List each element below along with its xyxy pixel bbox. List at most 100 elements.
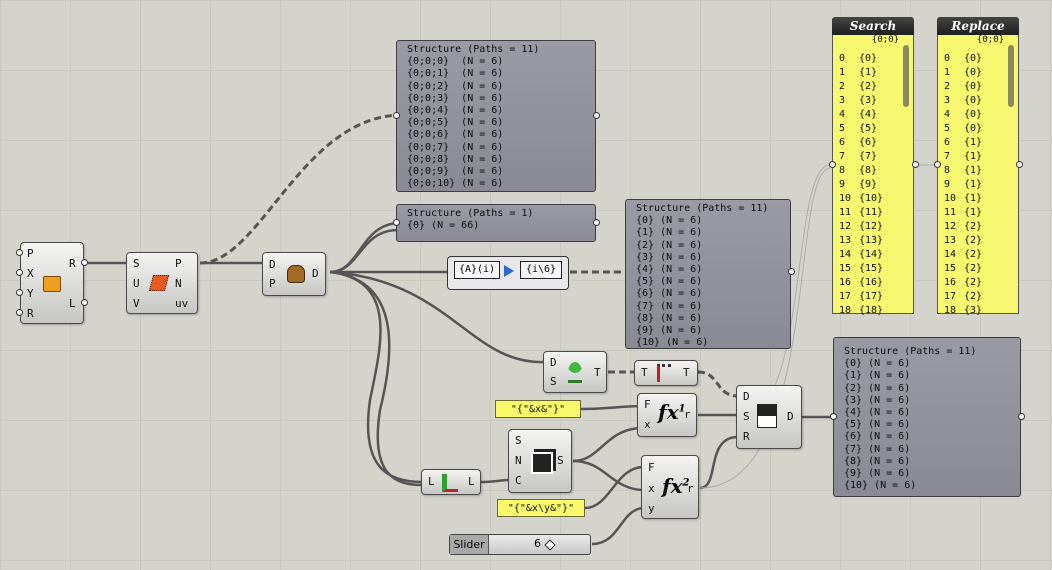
list-value[interactable]: {0}	[964, 53, 982, 64]
port-grip[interactable]	[16, 249, 23, 256]
port-grip[interactable]	[16, 309, 23, 316]
list-value[interactable]: {2}	[964, 249, 982, 260]
string-panel-2[interactable]: "{"&x\y&"}"	[497, 499, 585, 517]
list-value[interactable]: {0}	[964, 109, 982, 120]
divide-surface-component[interactable]: S U V P N uv	[126, 252, 198, 314]
scrollbar[interactable]	[1008, 45, 1014, 107]
list-index: 7	[944, 151, 951, 162]
replace-value-list[interactable]: Replace {0;0} 0 {0} 1 {0} 2 {0} 3 {0} 4 {0} 5 {0} 6 {…	[937, 17, 1019, 316]
list-index: 4	[944, 109, 951, 120]
panel-row: {0;0;0} (N = 6)	[407, 56, 504, 68]
mapper-target-field[interactable]: {i\6}	[520, 261, 562, 279]
list-value[interactable]: {8}	[859, 165, 877, 176]
wire	[584, 465, 644, 510]
tree-branch-component[interactable]: T T	[634, 360, 698, 386]
list-value[interactable]: {11}	[859, 207, 883, 218]
input-port-d: D	[550, 356, 557, 369]
list-index: 13	[944, 235, 957, 246]
series-component[interactable]: S N C S	[508, 429, 572, 493]
list-value[interactable]: {2}	[964, 221, 982, 232]
input-port-s: S	[133, 257, 140, 270]
list-value[interactable]: {2}	[964, 291, 982, 302]
list-value[interactable]: {0}	[964, 81, 982, 92]
list-value[interactable]: {7}	[859, 151, 877, 162]
panel-row: {5} (N = 6)	[636, 276, 703, 288]
list-value[interactable]: {1}	[964, 137, 982, 148]
list-value[interactable]: {15}	[859, 263, 883, 274]
port-grip[interactable]	[830, 413, 837, 420]
list-value[interactable]: {1}	[964, 179, 982, 190]
list-value[interactable]: {9}	[859, 179, 877, 190]
stump-component[interactable]: D P D	[262, 252, 326, 296]
list-value[interactable]: {14}	[859, 249, 883, 260]
list-value[interactable]: {1}	[964, 193, 982, 204]
panel-title: Structure (Paths = 11)	[844, 346, 977, 357]
port-grip[interactable]	[16, 269, 23, 276]
list-value[interactable]: {12}	[859, 221, 883, 232]
output-port-uv: uv	[175, 297, 189, 310]
list-index: 8	[944, 165, 951, 176]
mapper-source-field[interactable]: {A}(i)	[454, 261, 500, 279]
list-value[interactable]: {3}	[859, 95, 877, 106]
structure-panel-3[interactable]: Structure (Paths = 11) {0} (N = 6) {1} (…	[625, 199, 791, 349]
list-value[interactable]: {5}	[859, 123, 877, 134]
list-value[interactable]: {2}	[964, 277, 982, 288]
expression-2-component[interactable]: F x y r fx2	[641, 455, 699, 519]
list-index: 1	[944, 67, 951, 78]
expression-1-component[interactable]: F x r fx1	[637, 393, 697, 437]
rectangle-component[interactable]: P X Y R R L	[20, 242, 84, 324]
port-grip[interactable]	[81, 299, 88, 306]
path-mapper-component[interactable]: {A}(i) {i\6}	[447, 256, 569, 290]
port-grip[interactable]	[16, 289, 23, 296]
replace-paths-component[interactable]: D S R D	[736, 385, 802, 449]
list-length-component[interactable]: L L	[421, 469, 481, 495]
tree-branch-icon	[657, 364, 671, 382]
list-value[interactable]: {2}	[859, 81, 877, 92]
port-grip[interactable]	[934, 161, 941, 168]
port-grip[interactable]	[593, 112, 600, 119]
port-grip[interactable]	[393, 112, 400, 119]
port-grip[interactable]	[912, 161, 919, 168]
search-value-list[interactable]: Search {0;0} 0 {0} 1 {1} 2 {2} 3 {3} 4 {4} 5 {5} 6 {6…	[832, 17, 914, 316]
slider-handle-icon[interactable]	[544, 539, 556, 551]
list-value[interactable]: {4}	[859, 109, 877, 120]
input-port-p: P	[269, 277, 276, 290]
list-value[interactable]: {6}	[859, 137, 877, 148]
list-value[interactable]: {2}	[964, 235, 982, 246]
panel-row: {5} (N = 6)	[844, 419, 911, 431]
list-value[interactable]: {2}	[964, 263, 982, 274]
port-grip[interactable]	[393, 219, 400, 226]
port-grip[interactable]	[1018, 413, 1025, 420]
port-grip[interactable]	[788, 268, 795, 275]
number-slider[interactable]: Slider 6	[449, 534, 591, 555]
wire	[591, 506, 644, 546]
list-index: 1	[839, 67, 846, 78]
structure-panel-4[interactable]: Structure (Paths = 11) {0} (N = 6) {1} (…	[833, 337, 1021, 497]
list-value[interactable]: {0}	[859, 53, 877, 64]
list-value[interactable]: {0}	[964, 67, 982, 78]
list-value[interactable]: {1}	[964, 151, 982, 162]
list-value[interactable]: {10}	[859, 193, 883, 204]
port-grip[interactable]	[829, 161, 836, 168]
list-value[interactable]: {0}	[964, 95, 982, 106]
structure-panel-1[interactable]: Structure (Paths = 11) {0;0;0} (N = 6) {…	[396, 40, 596, 192]
port-grip[interactable]	[1016, 161, 1023, 168]
series-icon	[531, 452, 553, 474]
list-value[interactable]: {1}	[964, 165, 982, 176]
list-value[interactable]: {1}	[964, 207, 982, 218]
list-value[interactable]: {3}	[964, 305, 982, 316]
port-grip[interactable]	[593, 219, 600, 226]
list-value[interactable]: {16}	[859, 277, 883, 288]
port-grip[interactable]	[81, 259, 88, 266]
structure-panel-2[interactable]: Structure (Paths = 1) {0} (N = 66)	[396, 204, 596, 242]
scrollbar[interactable]	[903, 45, 909, 107]
list-index: 3	[944, 95, 951, 106]
list-value[interactable]: {0}	[964, 123, 982, 134]
list-value[interactable]: {18}	[859, 305, 883, 316]
string-panel-1[interactable]: "{"&x&"}"	[495, 400, 581, 418]
list-value[interactable]: {13}	[859, 235, 883, 246]
list-value[interactable]: {1}	[859, 67, 877, 78]
sprout-component[interactable]: D S T	[543, 351, 607, 393]
list-value[interactable]: {17}	[859, 291, 883, 302]
list-path: {0;0}	[976, 35, 1004, 45]
